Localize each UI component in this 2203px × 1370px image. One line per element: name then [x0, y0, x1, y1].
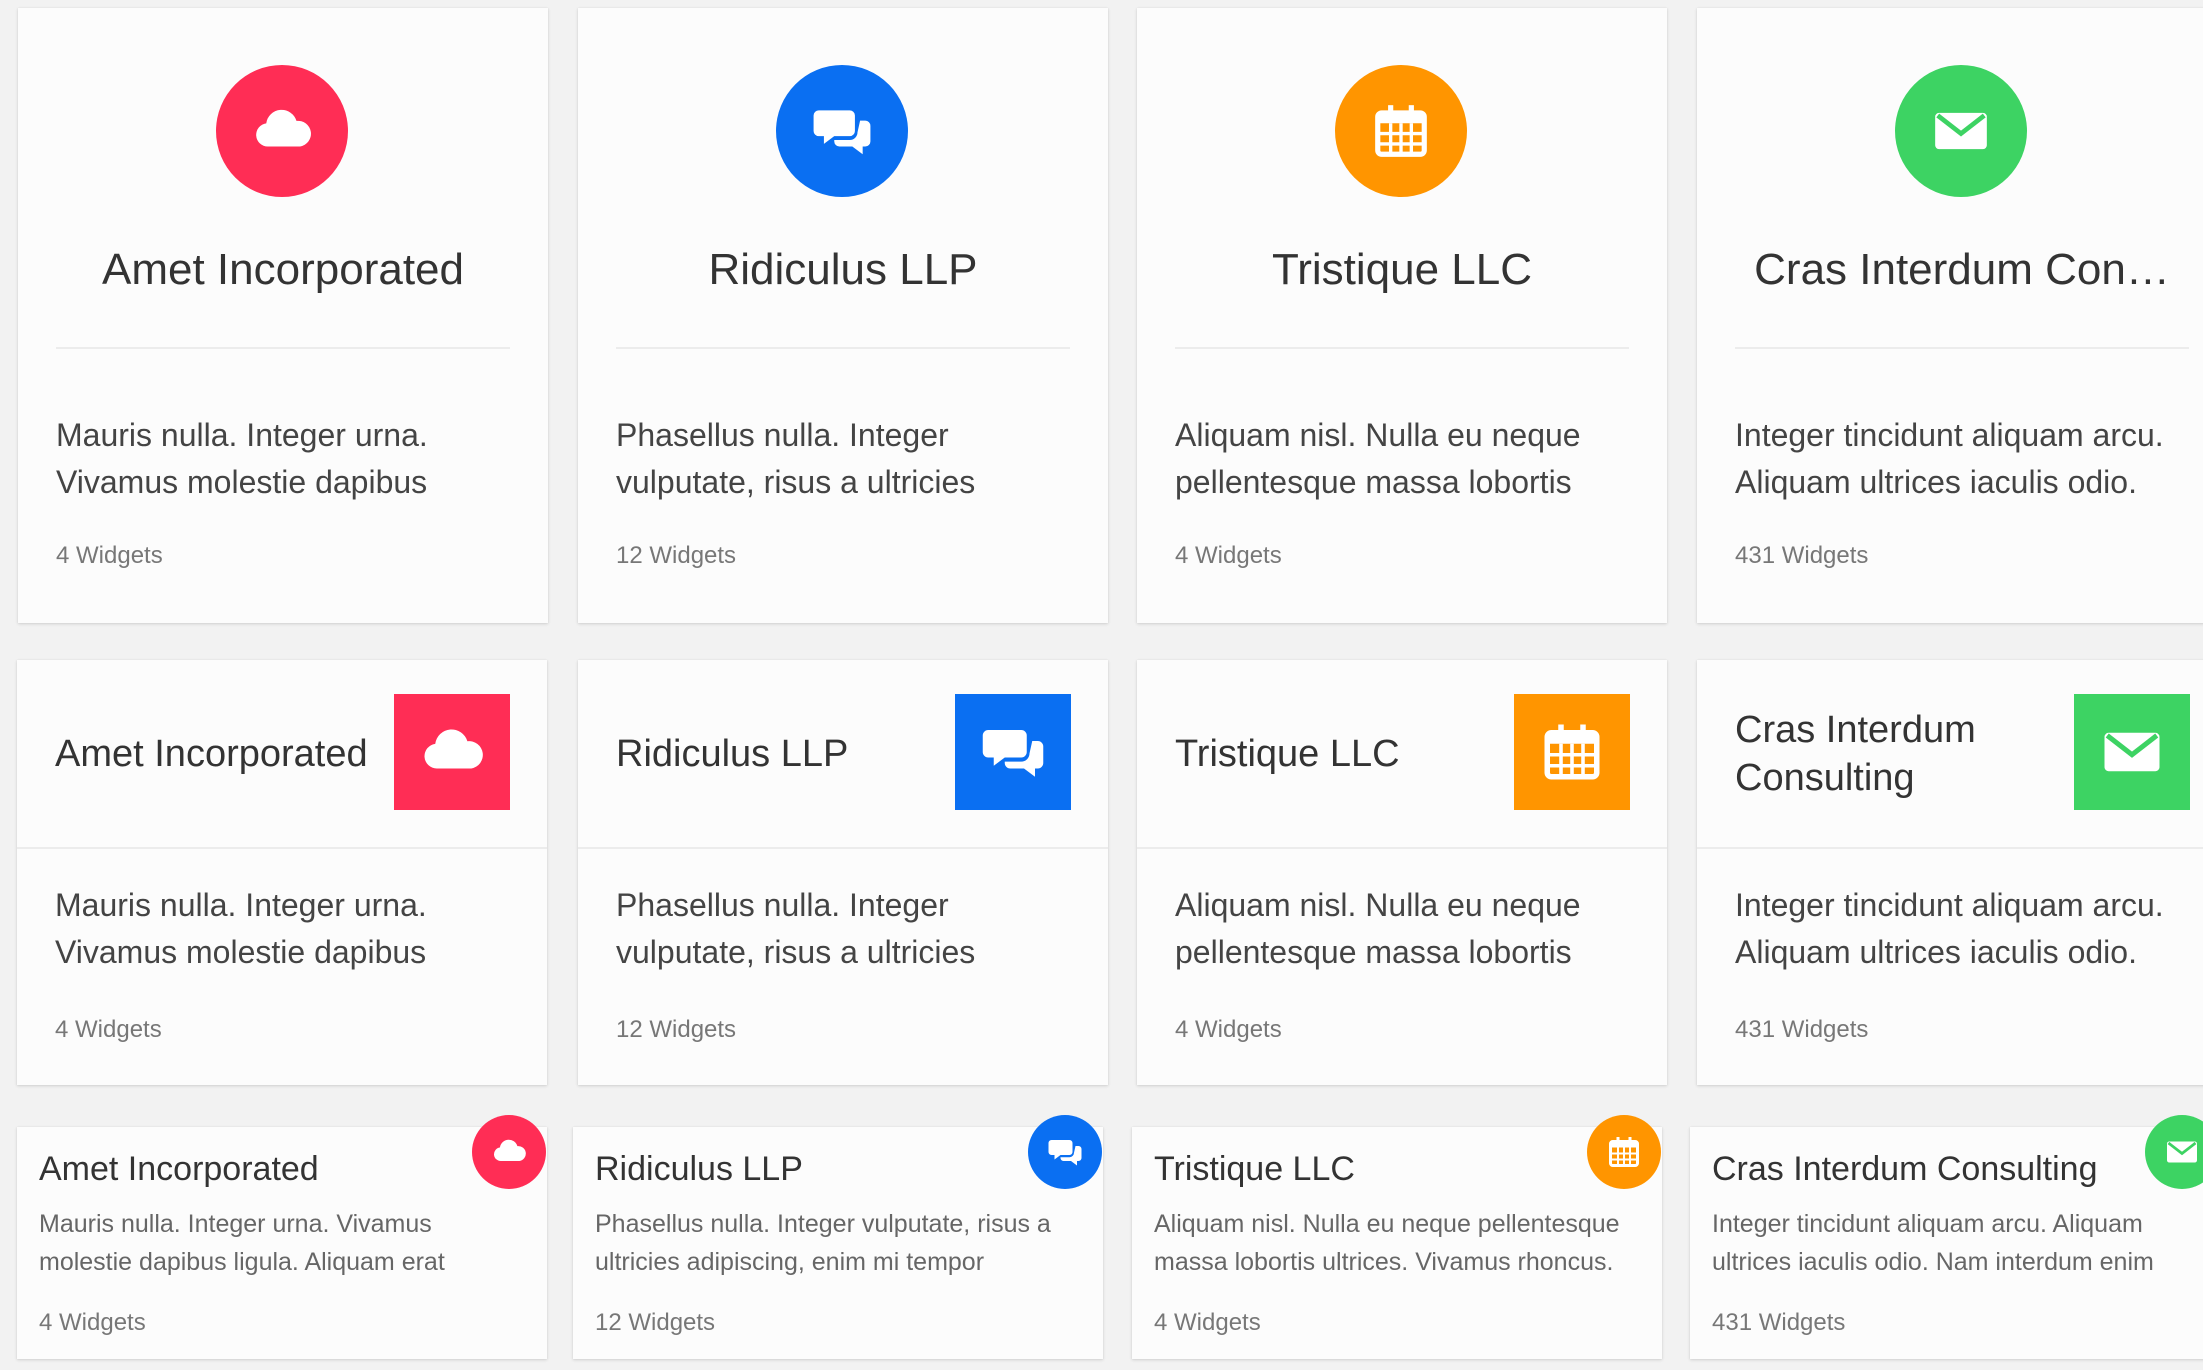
company-description: Aliquam nisl. Nulla eu neque pellentesqu…	[1154, 1210, 1620, 1276]
divider	[1137, 847, 1667, 849]
company-description: Phasellus nulla. Integer vulputate, risu…	[616, 887, 976, 970]
envelope-icon	[2164, 1134, 2200, 1170]
company-name: Amet Incorporated	[39, 1150, 319, 1188]
chat-bubbles-icon-badge	[1028, 1115, 1102, 1189]
company-card-amet-incorporated[interactable]: Amet Incorporated Mauris nulla. Integer …	[18, 8, 548, 623]
widget-count: 431 Widgets	[1735, 1016, 1869, 1043]
envelope-icon-badge	[2145, 1115, 2203, 1189]
company-name: Cras Interdum Con…	[1754, 245, 2170, 294]
envelope-icon	[2099, 719, 2165, 785]
company-description: Aliquam nisl. Nulla eu neque pellentesqu…	[1175, 417, 1581, 500]
divider	[1735, 347, 2189, 349]
company-name: Ridiculus LLP	[616, 733, 849, 775]
company-card-amet-incorporated[interactable]: Amet Incorporated Mauris nulla. Integer …	[17, 660, 547, 1085]
widget-count: 12 Widgets	[616, 1016, 737, 1043]
divider	[578, 847, 1108, 849]
widget-count: 4 Widgets	[56, 542, 163, 569]
company-description: Integer tincidunt aliquam arcu. Aliquam …	[1735, 417, 2164, 500]
calendar-icon	[1606, 1134, 1642, 1170]
chat-bubbles-icon	[980, 719, 1046, 785]
widget-count: 4 Widgets	[1175, 1016, 1282, 1043]
company-description: Phasellus nulla. Integer vulputate, risu…	[616, 417, 976, 500]
company-description: Integer tincidunt aliquam arcu. Aliquam …	[1735, 887, 2164, 970]
chat-bubbles-icon	[1047, 1134, 1083, 1170]
company-card-tristique-llc[interactable]: Tristique LLC Aliquam nisl. Nulla eu neq…	[1137, 660, 1667, 1085]
company-name: Tristique LLC	[1271, 245, 1533, 294]
company-description: Mauris nulla. Integer urna. Vivamus mole…	[39, 1210, 445, 1276]
envelope-icon	[1930, 100, 1992, 162]
divider	[616, 347, 1070, 349]
cloud-icon	[419, 719, 485, 785]
widget-count: 431 Widgets	[1712, 1309, 1846, 1336]
divider	[1697, 847, 2203, 849]
envelope-icon-circle	[1895, 65, 2027, 197]
company-name: Ridiculus LLP	[595, 1150, 803, 1188]
company-card-cras-interdum-consulting[interactable]: Cras Interdum Consulting Integer tincidu…	[1690, 1115, 2203, 1359]
envelope-icon-square	[2074, 694, 2190, 810]
company-card-ridiculus-llp[interactable]: Ridiculus LLP Phasellus nulla. Integer v…	[578, 660, 1108, 1085]
widget-count: 12 Widgets	[595, 1309, 716, 1336]
cloud-icon-badge	[472, 1115, 546, 1189]
widget-count: 4 Widgets	[55, 1016, 162, 1043]
company-name: Tristique LLC	[1154, 1150, 1355, 1188]
chat-bubbles-icon-square	[955, 694, 1071, 810]
cloud-icon	[491, 1134, 527, 1170]
calendar-icon-badge	[1587, 1115, 1661, 1189]
chat-bubbles-icon	[811, 100, 873, 162]
divider	[17, 847, 547, 849]
divider	[56, 347, 510, 349]
company-name: Amet Incorporated	[55, 733, 368, 775]
company-card-ridiculus-llp[interactable]: Ridiculus LLP Phasellus nulla. Integer v…	[573, 1115, 1103, 1359]
widget-count: 4 Widgets	[39, 1309, 146, 1336]
calendar-icon	[1370, 100, 1432, 162]
widget-count: 4 Widgets	[1154, 1309, 1261, 1336]
company-description: Integer tincidunt aliquam arcu. Aliquam …	[1712, 1210, 2154, 1276]
calendar-icon-square	[1514, 694, 1630, 810]
company-card-tristique-llc[interactable]: Tristique LLC Aliquam nisl. Nulla eu neq…	[1132, 1115, 1662, 1359]
calendar-icon	[1539, 719, 1605, 785]
company-card-ridiculus-llp[interactable]: Ridiculus LLP Phasellus nulla. Integer v…	[578, 8, 1108, 623]
company-description: Mauris nulla. Integer urna. Vivamus mole…	[56, 417, 428, 500]
chat-bubbles-icon-circle	[776, 65, 908, 197]
cloud-icon	[251, 100, 313, 162]
company-name: Ridiculus LLP	[708, 245, 978, 294]
company-name: Cras Interdum Consulting	[1712, 1150, 2098, 1188]
company-name: Tristique LLC	[1175, 733, 1400, 775]
company-description: Mauris nulla. Integer urna. Vivamus mole…	[55, 887, 427, 970]
company-description: Aliquam nisl. Nulla eu neque pellentesqu…	[1175, 887, 1581, 970]
company-card-amet-incorporated[interactable]: Amet Incorporated Mauris nulla. Integer …	[17, 1115, 547, 1359]
company-card-tristique-llc[interactable]: Tristique LLC Aliquam nisl. Nulla eu neq…	[1137, 8, 1667, 623]
company-name: Cras Interdum Consulting	[1735, 709, 1976, 799]
calendar-icon-circle	[1335, 65, 1467, 197]
company-name: Amet Incorporated	[102, 245, 464, 294]
company-card-cras-interdum-consulting[interactable]: Cras Interdum Con… Integer tincidunt ali…	[1697, 8, 2203, 623]
company-description: Phasellus nulla. Integer vulputate, risu…	[595, 1210, 1051, 1276]
widget-count: 12 Widgets	[616, 542, 737, 569]
cloud-icon-circle	[216, 65, 348, 197]
divider	[1175, 347, 1629, 349]
cloud-icon-square	[394, 694, 510, 810]
company-card-cras-interdum-consulting[interactable]: Cras Interdum Consulting Integer tincidu…	[1697, 660, 2203, 1085]
widget-count: 431 Widgets	[1735, 542, 1869, 569]
widget-count: 4 Widgets	[1175, 542, 1282, 569]
